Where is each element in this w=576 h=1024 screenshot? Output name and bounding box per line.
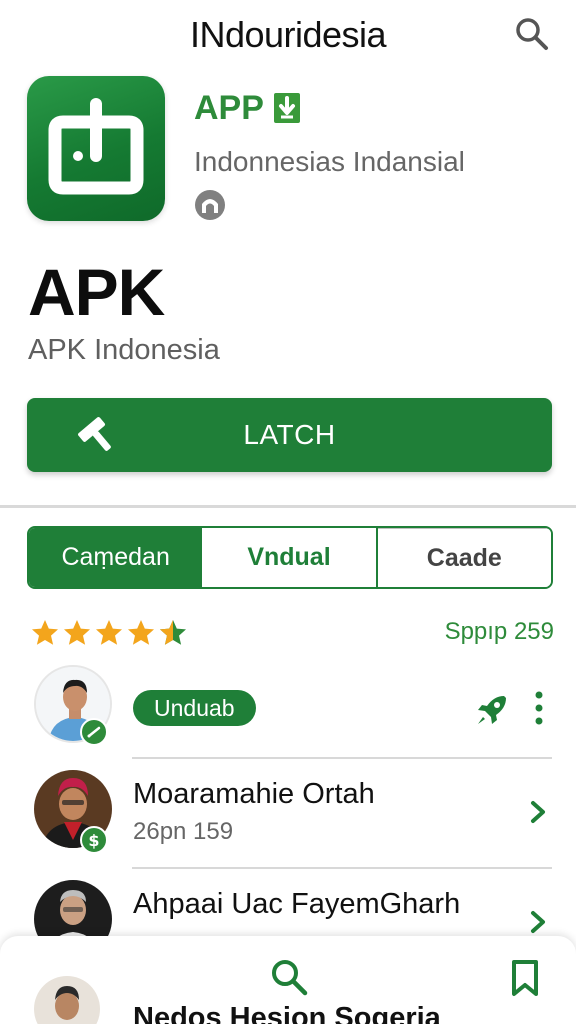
- unduh-button-label: Unduab: [154, 694, 235, 721]
- list-item-title: Ahpaai Uac FayemGharh: [133, 888, 461, 920]
- bottom-sheet: Nedos Hesion Sogeria: [0, 936, 576, 1024]
- bottom-sheet-title: Nedos Hesion Sogeria: [133, 1002, 441, 1024]
- latch-button-label: LATCH: [243, 419, 336, 450]
- bookmark-icon[interactable]: [508, 958, 542, 998]
- rating-count: Sppıp 259: [444, 618, 554, 645]
- more-options-icon[interactable]: [528, 688, 550, 728]
- page-subtitle: APK Indonesia: [28, 334, 220, 366]
- section-divider: [0, 505, 576, 508]
- half-star-icon: [160, 620, 186, 645]
- unduh-button[interactable]: Unduab: [133, 690, 256, 726]
- star-rating: [30, 618, 188, 648]
- download-badge-icon: [273, 93, 300, 123]
- app-name-row: APP: [194, 86, 554, 130]
- arch-icon: [195, 190, 225, 220]
- star-icon: [96, 620, 122, 645]
- latch-button[interactable]: LATCH: [27, 398, 552, 472]
- dollar-badge-icon: $: [80, 826, 108, 854]
- developer-name[interactable]: Indonnesias Indansial: [194, 146, 554, 178]
- app-icon: [27, 76, 165, 221]
- app-name: APP: [194, 88, 264, 127]
- tab-vndual[interactable]: Vndual: [202, 528, 378, 587]
- list-item-subtitle: 26pn 159: [133, 818, 234, 845]
- page-title: APK: [28, 255, 165, 329]
- segmented-tabs: Caṃedan Vndual Caade: [27, 526, 553, 589]
- tab-camedan[interactable]: Caṃedan: [29, 528, 203, 587]
- svg-text:$: $: [88, 831, 99, 850]
- search-icon[interactable]: [268, 956, 310, 998]
- tab-caade[interactable]: Caade: [377, 528, 551, 587]
- row-divider: [132, 757, 552, 759]
- star-icon: [64, 620, 90, 645]
- star-icon: [128, 620, 154, 645]
- power-plug-icon: [48, 98, 144, 195]
- row-divider: [132, 867, 552, 869]
- check-badge-icon: [80, 718, 108, 746]
- header-title: INdouridesia: [189, 14, 387, 55]
- search-icon[interactable]: [512, 14, 552, 54]
- app-meta: APP Indonnesias Indansial: [194, 86, 554, 225]
- top-bar: INdouridesia: [0, 0, 576, 68]
- list-item-title: Moaramahie Ortah: [133, 778, 375, 810]
- chevron-right-icon[interactable]: [528, 799, 548, 825]
- hammer-icon: [78, 417, 111, 451]
- star-icon: [32, 620, 58, 645]
- rocket-icon[interactable]: [474, 690, 512, 728]
- rating-row: Sppıp 259: [30, 616, 554, 656]
- chevron-right-icon[interactable]: [528, 909, 548, 935]
- avatar: [34, 976, 100, 1024]
